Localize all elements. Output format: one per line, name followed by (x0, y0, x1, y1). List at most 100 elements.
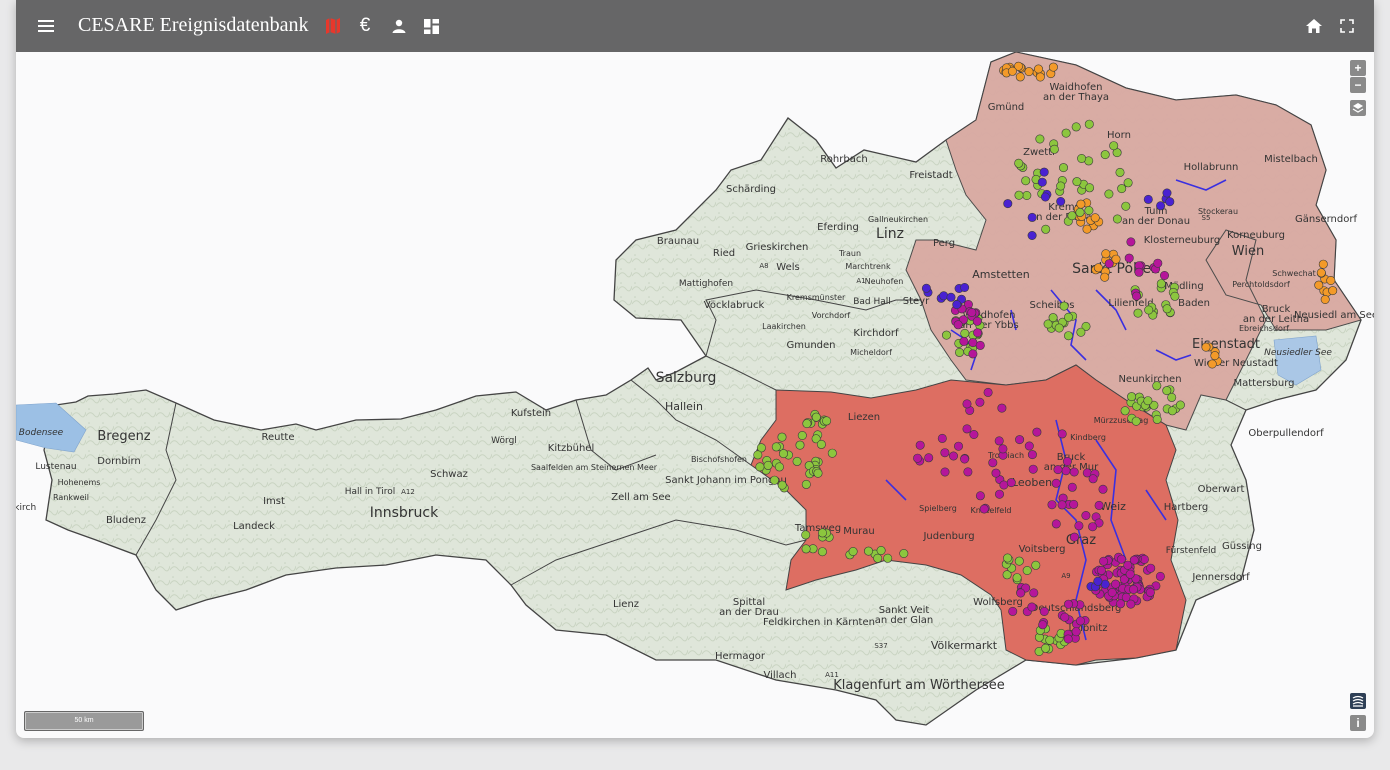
event-point[interactable] (1022, 565, 1032, 575)
event-point[interactable] (1170, 291, 1180, 301)
event-point[interactable] (1051, 519, 1061, 529)
person-icon[interactable] (388, 0, 410, 52)
event-point[interactable] (1126, 599, 1136, 609)
event-point[interactable] (960, 282, 970, 292)
event-point[interactable] (771, 442, 781, 452)
event-point[interactable] (1027, 450, 1037, 460)
event-point[interactable] (1016, 588, 1026, 598)
event-point[interactable] (953, 441, 963, 451)
event-point[interactable] (1129, 584, 1139, 594)
event-point[interactable] (1162, 188, 1172, 198)
event-point[interactable] (1117, 184, 1127, 194)
event-point[interactable] (1029, 588, 1039, 598)
event-point[interactable] (959, 336, 969, 346)
event-point[interactable] (1039, 167, 1049, 177)
event-point[interactable] (1061, 466, 1071, 476)
event-point[interactable] (953, 320, 963, 330)
event-point[interactable] (948, 451, 958, 461)
event-point[interactable] (962, 399, 972, 409)
event-point[interactable] (1117, 554, 1127, 564)
event-point[interactable] (1134, 267, 1144, 277)
event-point[interactable] (1063, 634, 1073, 644)
event-point[interactable] (1021, 176, 1031, 186)
event-point[interactable] (1116, 599, 1126, 609)
event-point[interactable] (1048, 313, 1058, 323)
map-viewport[interactable]: Gmünd Waidhofen an der Thaya Horn Zwettl Holl… (16, 51, 1374, 738)
event-point[interactable] (1210, 351, 1220, 361)
event-point[interactable] (1069, 532, 1079, 542)
event-point[interactable] (1100, 150, 1110, 160)
event-point[interactable] (1037, 177, 1047, 187)
event-point[interactable] (1152, 414, 1162, 424)
event-point[interactable] (817, 547, 827, 557)
event-point[interactable] (969, 429, 979, 439)
event-point[interactable] (960, 454, 970, 464)
event-point[interactable] (1076, 199, 1086, 209)
event-point[interactable] (967, 307, 977, 317)
event-point[interactable] (1003, 199, 1013, 209)
event-point[interactable] (763, 460, 773, 470)
event-point[interactable] (797, 430, 807, 440)
event-point[interactable] (997, 403, 1007, 413)
event-point[interactable] (1041, 643, 1051, 653)
event-point[interactable] (848, 546, 858, 556)
event-point[interactable] (1015, 435, 1025, 445)
event-point[interactable] (1094, 500, 1104, 510)
event-point[interactable] (1121, 201, 1131, 211)
event-point[interactable] (998, 444, 1008, 454)
event-point[interactable] (1126, 237, 1136, 247)
event-point[interactable] (1326, 275, 1336, 285)
event-point[interactable] (937, 433, 947, 443)
event-point[interactable] (1155, 571, 1165, 581)
event-point[interactable] (1041, 224, 1051, 234)
event-point[interactable] (1085, 183, 1095, 193)
event-point[interactable] (1143, 194, 1153, 204)
event-point[interactable] (1127, 392, 1137, 402)
event-point[interactable] (1076, 616, 1086, 626)
event-point[interactable] (968, 349, 978, 359)
event-point[interactable] (817, 528, 827, 538)
event-point[interactable] (915, 440, 925, 450)
event-point[interactable] (777, 432, 787, 442)
event-point[interactable] (1064, 599, 1074, 609)
event-point[interactable] (962, 424, 972, 434)
event-point[interactable] (811, 412, 821, 422)
event-point[interactable] (954, 347, 964, 357)
event-point[interactable] (1014, 556, 1024, 566)
zoom-out-button[interactable]: − (1350, 77, 1366, 93)
event-point[interactable] (1027, 212, 1037, 222)
event-point[interactable] (1024, 67, 1034, 77)
event-point[interactable] (1090, 213, 1100, 223)
event-point[interactable] (1107, 587, 1117, 597)
event-point[interactable] (1006, 478, 1016, 488)
event-point[interactable] (801, 544, 811, 554)
event-point[interactable] (1207, 359, 1217, 369)
zoom-in-button[interactable]: + (1350, 60, 1366, 76)
event-point[interactable] (1160, 270, 1170, 280)
event-point[interactable] (1131, 416, 1141, 426)
event-point[interactable] (1104, 259, 1114, 269)
event-point[interactable] (1088, 474, 1098, 484)
event-point[interactable] (1067, 482, 1077, 492)
event-point[interactable] (975, 397, 985, 407)
event-point[interactable] (1074, 521, 1084, 531)
event-point[interactable] (1031, 560, 1041, 570)
event-point[interactable] (1144, 305, 1154, 315)
event-point[interactable] (1162, 386, 1172, 396)
event-point[interactable] (913, 453, 923, 463)
event-point[interactable] (1012, 573, 1022, 583)
event-point[interactable] (873, 553, 883, 563)
event-point[interactable] (1125, 569, 1135, 579)
event-point[interactable] (802, 419, 812, 429)
event-point[interactable] (1120, 406, 1130, 416)
event-point[interactable] (1033, 64, 1043, 74)
event-point[interactable] (1153, 258, 1163, 268)
event-point[interactable] (827, 448, 837, 458)
event-point[interactable] (795, 440, 805, 450)
event-point[interactable] (755, 462, 765, 472)
event-point[interactable] (1124, 253, 1134, 263)
event-point[interactable] (1129, 555, 1139, 565)
event-point[interactable] (1064, 331, 1074, 341)
event-point[interactable] (777, 480, 787, 490)
event-point[interactable] (1007, 66, 1017, 76)
